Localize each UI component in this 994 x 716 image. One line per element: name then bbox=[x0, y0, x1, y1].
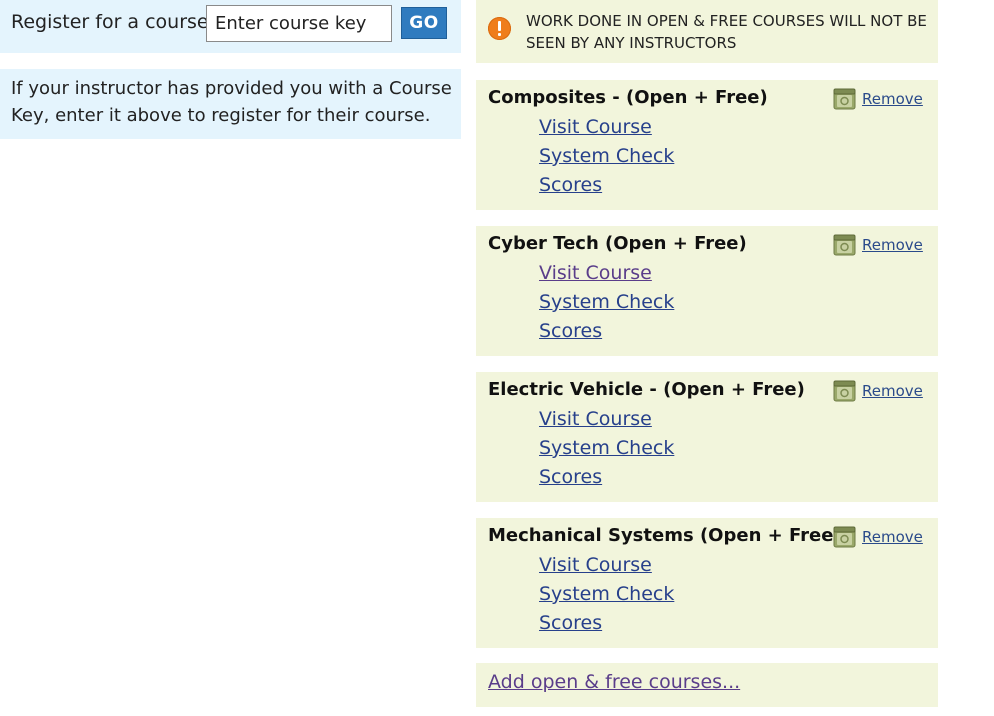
system-check-link[interactable]: System Check bbox=[539, 437, 674, 459]
register-label: Register for a course: bbox=[11, 11, 216, 33]
remove-link[interactable]: Remove bbox=[862, 90, 923, 108]
warning-panel: WORK DONE IN OPEN & FREE COURSES WILL NO… bbox=[476, 0, 938, 63]
scores-link[interactable]: Scores bbox=[539, 466, 602, 488]
remove-course-button[interactable]: Remove bbox=[833, 234, 923, 256]
remove-course-button[interactable]: Remove bbox=[833, 526, 923, 548]
course-title: Composites - (Open + Free) bbox=[488, 87, 768, 108]
scores-link[interactable]: Scores bbox=[539, 320, 602, 342]
trash-icon[interactable] bbox=[833, 380, 856, 402]
trash-icon[interactable] bbox=[833, 88, 856, 110]
remove-course-button[interactable]: Remove bbox=[833, 88, 923, 110]
warning-text: WORK DONE IN OPEN & FREE COURSES WILL NO… bbox=[526, 12, 927, 52]
course-title: Cyber Tech (Open + Free) bbox=[488, 233, 747, 254]
scores-link[interactable]: Scores bbox=[539, 174, 602, 196]
page: Register for a course: GO If your instru… bbox=[0, 0, 994, 716]
visit-course-link[interactable]: Visit Course bbox=[539, 262, 652, 284]
warning-icon bbox=[488, 17, 511, 40]
system-check-link[interactable]: System Check bbox=[539, 583, 674, 605]
course-card: Mechanical Systems (Open + Free) Remove … bbox=[476, 518, 938, 648]
course-key-input[interactable] bbox=[206, 5, 392, 42]
register-course-box: Register for a course: GO bbox=[0, 0, 461, 53]
trash-icon[interactable] bbox=[833, 234, 856, 256]
remove-link[interactable]: Remove bbox=[862, 382, 923, 400]
visit-course-link[interactable]: Visit Course bbox=[539, 408, 652, 430]
course-card: Cyber Tech (Open + Free) Remove Visit Co… bbox=[476, 226, 938, 356]
course-card: Electric Vehicle - (Open + Free) Remove … bbox=[476, 372, 938, 502]
course-title: Mechanical Systems (Open + Free) bbox=[488, 525, 842, 546]
system-check-link[interactable]: System Check bbox=[539, 291, 674, 313]
remove-course-button[interactable]: Remove bbox=[833, 380, 923, 402]
visit-course-link[interactable]: Visit Course bbox=[539, 554, 652, 576]
trash-icon[interactable] bbox=[833, 526, 856, 548]
remove-link[interactable]: Remove bbox=[862, 528, 923, 546]
scores-link[interactable]: Scores bbox=[539, 612, 602, 634]
course-card: Composites - (Open + Free) Remove Visit … bbox=[476, 80, 938, 210]
course-title: Electric Vehicle - (Open + Free) bbox=[488, 379, 805, 400]
course-key-info-text: If your instructor has provided you with… bbox=[11, 78, 452, 126]
system-check-link[interactable]: System Check bbox=[539, 145, 674, 167]
course-key-info-box: If your instructor has provided you with… bbox=[0, 69, 461, 139]
add-open-free-courses-link[interactable]: Add open & free courses... bbox=[488, 670, 740, 694]
remove-link[interactable]: Remove bbox=[862, 236, 923, 254]
visit-course-link[interactable]: Visit Course bbox=[539, 116, 652, 138]
add-courses-panel: Add open & free courses... bbox=[476, 663, 938, 707]
go-button[interactable]: GO bbox=[401, 7, 447, 39]
